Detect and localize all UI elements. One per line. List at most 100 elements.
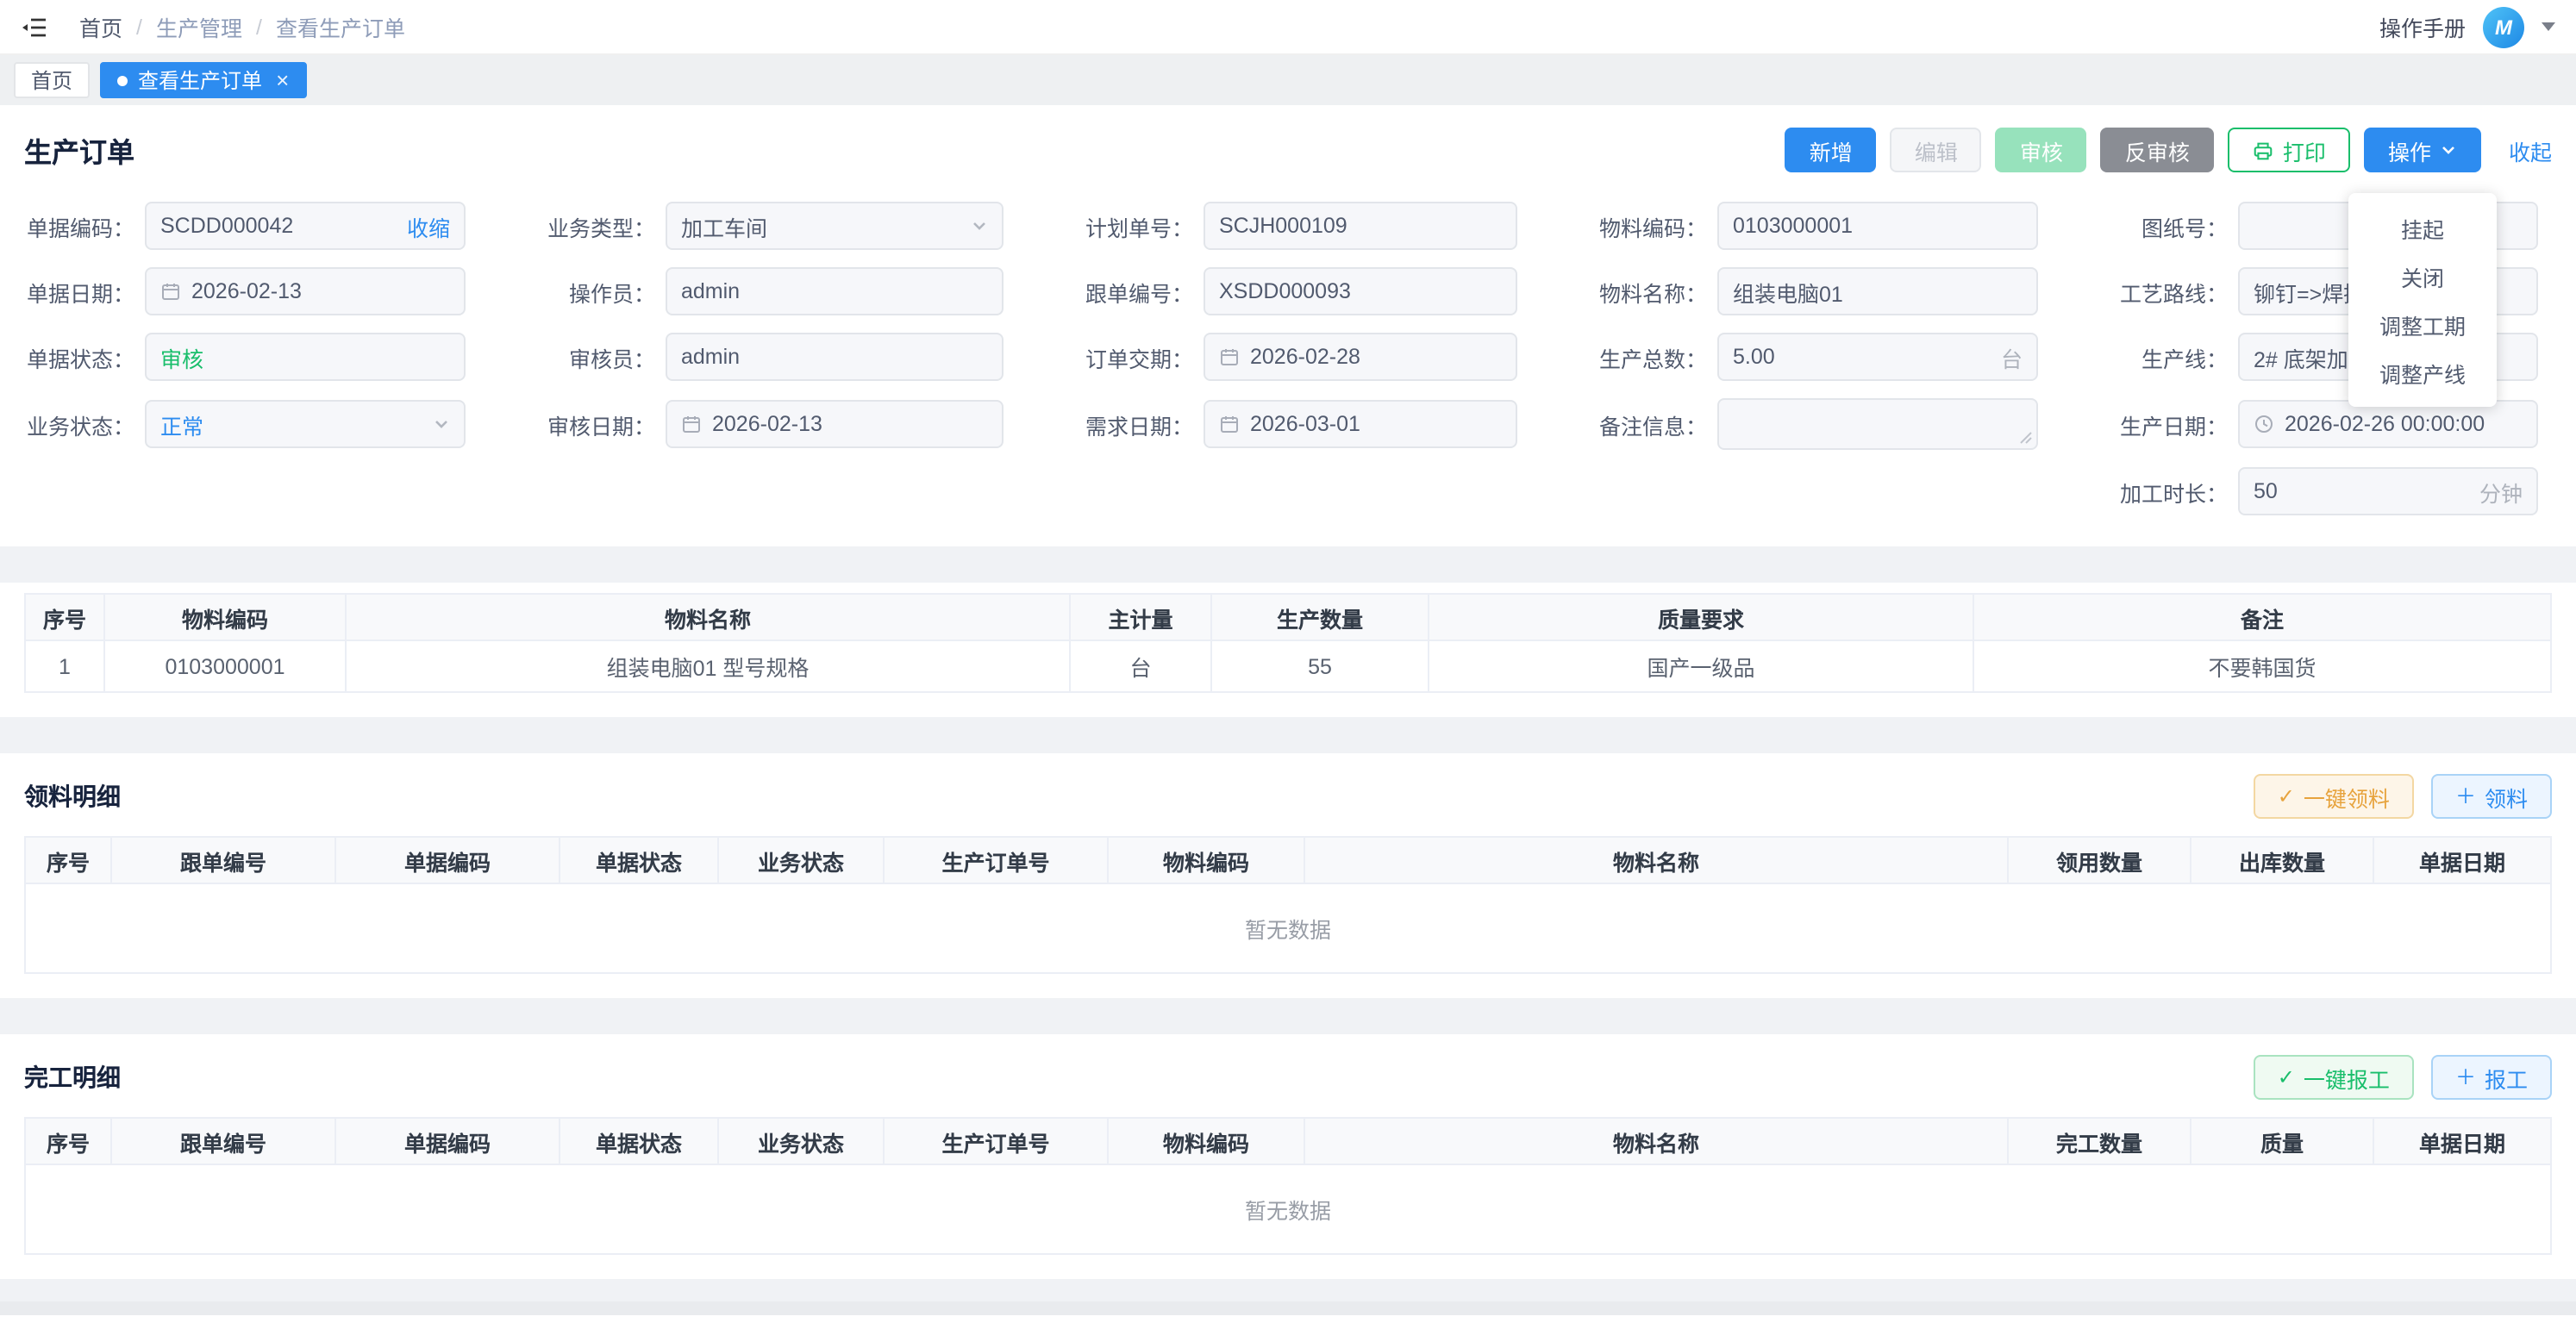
menu-item-adjust-schedule[interactable]: 调整工期 [2348, 300, 2497, 348]
comp-col-doc-date: 单据日期 [2373, 1118, 2551, 1164]
req-col-follow-no: 跟单编号 [111, 837, 335, 883]
form-row: 单据编码： SCDD000042 收缩 业务类型： 加工车间 计划单号： [24, 202, 2552, 250]
plan-no-label: 计划单号： [1059, 209, 1193, 242]
item-material-code: 0103000001 [104, 640, 346, 692]
comp-col-material-code: 物料编码 [1108, 1118, 1304, 1164]
tab-home[interactable]: 首页 [14, 62, 90, 98]
req-col-used-qty: 领用数量 [2008, 837, 2191, 883]
comp-col-done-qty: 完工数量 [2008, 1118, 2191, 1164]
field-follow-no: 跟单编号： XSDD000093 [1059, 267, 1517, 315]
field-material-name: 物料名称： 组装电脑01 [1572, 267, 2038, 315]
production-order-panel: 生产订单 新增 编辑 审核 反审核 打印 操作 收起 [0, 105, 2576, 546]
empty-placeholder: 暂无数据 [25, 1164, 2551, 1254]
field-doc-status: 单据状态： 审核 [24, 333, 466, 381]
tab-active-label: 查看生产订单 [138, 66, 262, 95]
audit-button[interactable]: 审核 [1996, 128, 2087, 172]
plus-icon: ＋ [2455, 1067, 2476, 1088]
plus-icon: ＋ [2455, 786, 2476, 807]
operator-input[interactable]: admin [666, 267, 1004, 315]
top-header: 首页 / 生产管理 / 查看生产订单 操作手册 M [0, 0, 2576, 55]
chevron-down-icon [2440, 141, 2457, 159]
doc-code-input[interactable]: SCDD000042 收缩 [145, 202, 466, 250]
requisition-button[interactable]: ＋ 领料 [2431, 774, 2552, 819]
line-label: 生产线： [2093, 340, 2228, 373]
completion-empty-row: 暂无数据 [25, 1164, 2551, 1254]
delivery-date-input[interactable]: 2026-02-28 [1204, 333, 1517, 381]
demand-date-label: 需求日期： [1059, 408, 1193, 440]
menu-item-close[interactable]: 关闭 [2348, 252, 2497, 300]
remark-textarea[interactable] [1717, 398, 2038, 450]
material-name-label: 物料名称： [1572, 275, 1707, 308]
material-name-input[interactable]: 组装电脑01 [1717, 267, 2038, 315]
menu-fold-icon[interactable] [21, 13, 48, 41]
completion-section: 完工明细 ✓ 一键报工 ＋ 报工 序号 跟单编号 单据编码 单据状态 [0, 1034, 2576, 1279]
tab-bar: 首页 查看生产订单 × [0, 55, 2576, 105]
form-row: 业务状态： 正常 审核日期： 2026-02-13 需求日期： [24, 398, 2552, 450]
auditor-input[interactable]: admin [666, 333, 1004, 381]
collapse-page-link[interactable]: 收起 [2509, 134, 2552, 166]
items-col-unit: 主计量 [1070, 594, 1211, 640]
follow-no-input[interactable]: XSDD000093 [1204, 267, 1517, 315]
auditor-value: admin [681, 345, 988, 369]
add-button[interactable]: 新增 [1785, 128, 1877, 172]
user-menu-caret-icon[interactable] [2542, 22, 2555, 31]
comp-col-follow-no: 跟单编号 [111, 1118, 335, 1164]
item-seq: 1 [25, 640, 104, 692]
items-col-remark: 备注 [1973, 594, 2551, 640]
completion-table: 序号 跟单编号 单据编码 单据状态 业务状态 生产订单号 物料编码 物料名称 完… [24, 1117, 2552, 1255]
field-remark: 备注信息： [1572, 398, 2038, 450]
total-qty-input[interactable]: 5.00 台 [1717, 333, 2038, 381]
item-qty: 55 [1211, 640, 1429, 692]
biz-type-select[interactable]: 加工车间 [666, 202, 1004, 250]
menu-item-suspend[interactable]: 挂起 [2348, 203, 2497, 252]
audit-date-value: 2026-02-13 [712, 412, 988, 436]
demand-date-input[interactable]: 2026-03-01 [1204, 400, 1517, 448]
breadcrumb-production-management[interactable]: 生产管理 [156, 10, 242, 43]
calendar-icon [1219, 414, 1240, 434]
field-material-code: 物料编码： 0103000001 [1572, 202, 2038, 250]
biz-type-label: 业务类型： [521, 209, 655, 242]
plan-no-value: SCJH000109 [1219, 214, 1502, 238]
drawing-no-label: 图纸号： [2093, 209, 2228, 242]
next-panel-edge [0, 1315, 2576, 1329]
table-row[interactable]: 1 0103000001 组装电脑01 型号规格 台 55 国产一级品 不要韩国… [25, 640, 2551, 692]
duration-input[interactable]: 50 分钟 [2238, 467, 2538, 515]
tab-close-icon[interactable]: × [276, 69, 289, 91]
material-code-value: 0103000001 [1733, 214, 2023, 238]
avatar[interactable]: M [2483, 6, 2524, 47]
print-button[interactable]: 打印 [2228, 128, 2350, 172]
plan-no-input[interactable]: SCJH000109 [1204, 202, 1517, 250]
report-button[interactable]: ＋ 报工 [2431, 1055, 2552, 1100]
material-code-input[interactable]: 0103000001 [1717, 202, 2038, 250]
collapse-inline-link[interactable]: 收缩 [407, 209, 450, 242]
edit-button[interactable]: 编辑 [1891, 128, 1982, 172]
requisition-title: 领料明细 [24, 779, 121, 814]
audit-date-input[interactable]: 2026-02-13 [666, 400, 1004, 448]
batch-report-label: 一键报工 [2304, 1061, 2390, 1094]
batch-report-button[interactable]: ✓ 一键报工 [2254, 1055, 2414, 1100]
field-total-qty: 生产总数： 5.00 台 [1572, 333, 2038, 381]
field-audit-date: 审核日期： 2026-02-13 [521, 398, 1004, 450]
prod-date-input[interactable]: 2026-02-26 00:00:00 [2238, 400, 2538, 448]
tab-view-production-order[interactable]: 查看生产订单 × [100, 62, 306, 98]
biz-status-select[interactable]: 正常 [145, 400, 466, 448]
print-button-label: 打印 [2283, 134, 2326, 166]
demand-date-value: 2026-03-01 [1250, 412, 1502, 436]
batch-requisition-button[interactable]: ✓ 一键领料 [2254, 774, 2414, 819]
breadcrumb-home[interactable]: 首页 [79, 10, 122, 43]
requisition-header-row: 序号 跟单编号 单据编码 单据状态 业务状态 生产订单号 物料编码 物料名称 领… [25, 837, 2551, 883]
requisition-empty-row: 暂无数据 [25, 883, 2551, 973]
menu-item-adjust-line[interactable]: 调整产线 [2348, 348, 2497, 396]
req-col-order-no: 生产订单号 [884, 837, 1108, 883]
material-name-value: 组装电脑01 [1733, 275, 2023, 308]
items-table: 序号 物料编码 物料名称 主计量 生产数量 质量要求 备注 1 01030000… [24, 593, 2552, 693]
items-col-quality: 质量要求 [1429, 594, 1973, 640]
comp-col-seq: 序号 [25, 1118, 111, 1164]
action-dropdown-button[interactable]: 操作 [2364, 128, 2481, 172]
unaudit-button[interactable]: 反审核 [2101, 128, 2214, 172]
duration-label: 加工时长： [2093, 475, 2228, 508]
manual-link[interactable]: 操作手册 [2379, 10, 2466, 43]
doc-status-input[interactable]: 审核 [145, 333, 466, 381]
calendar-icon [160, 281, 181, 302]
doc-date-input[interactable]: 2026-02-13 [145, 267, 466, 315]
